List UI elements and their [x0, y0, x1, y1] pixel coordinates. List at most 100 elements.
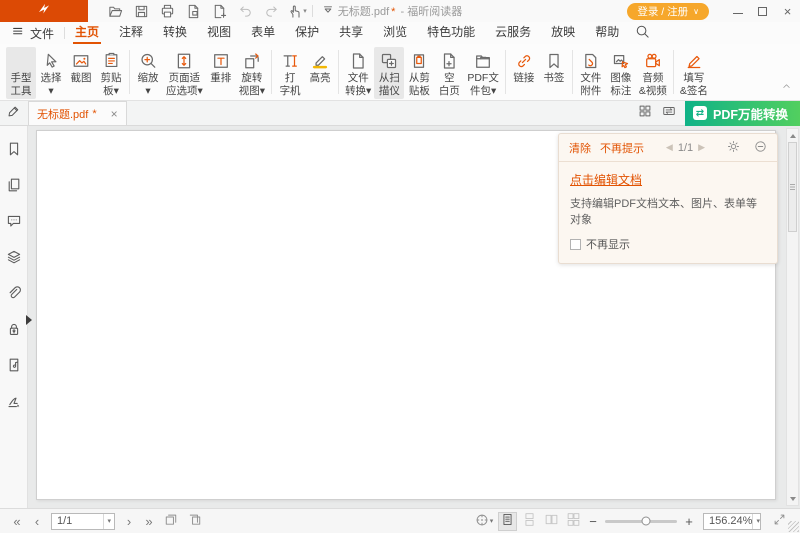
- file-attachment-button[interactable]: 文件附件: [576, 47, 606, 99]
- image-annotation-button[interactable]: 图像标注: [606, 47, 636, 99]
- scroll-up-icon[interactable]: [787, 130, 798, 141]
- customize-toolbar-button[interactable]: [317, 1, 339, 21]
- destinations-panel-button[interactable]: [4, 356, 24, 373]
- gear-icon[interactable]: [727, 140, 740, 156]
- annotate-pencil-button[interactable]: [0, 101, 28, 125]
- redo-button[interactable]: [260, 1, 282, 21]
- popup-prev-icon[interactable]: ◀: [666, 142, 673, 153]
- zoom-tool-button[interactable]: 缩放▾: [133, 47, 163, 99]
- popup-clear-button[interactable]: 清除: [569, 140, 591, 156]
- facing-continuous-view-button[interactable]: [564, 512, 583, 531]
- fit-page-button[interactable]: 页面适应选项▾: [163, 47, 206, 99]
- search-button[interactable]: [629, 24, 656, 42]
- bookmarks-panel-button[interactable]: [4, 140, 24, 157]
- maximize-button[interactable]: [750, 0, 775, 22]
- from-scanner-button[interactable]: 从扫描仪: [374, 47, 404, 99]
- collapse-ribbon-button[interactable]: [781, 79, 792, 97]
- resize-grip[interactable]: [788, 521, 799, 532]
- menu-file[interactable]: 文件: [0, 22, 64, 44]
- bookmark-button[interactable]: 书签: [539, 47, 569, 87]
- security-panel-button[interactable]: [4, 320, 24, 337]
- scrollbar-thumb[interactable]: [788, 142, 797, 232]
- audio-video-button[interactable]: 音频&视频: [636, 47, 670, 99]
- fullscreen-button[interactable]: [768, 513, 790, 529]
- pdf-portfolio-button[interactable]: PDF文件包▾: [464, 47, 502, 99]
- open-button[interactable]: [104, 1, 126, 21]
- menu-features[interactable]: 特色功能: [417, 22, 485, 44]
- facing-view-button[interactable]: [542, 512, 561, 531]
- snapshot-button[interactable]: 截图: [66, 47, 96, 87]
- menu-share[interactable]: 共享: [329, 22, 373, 44]
- document-tab[interactable]: 无标题.pdf * ×: [28, 101, 127, 125]
- create-pdf-button[interactable]: [208, 1, 230, 21]
- chevron-down-icon[interactable]: ▾: [103, 514, 114, 529]
- hand-quick-button[interactable]: ▾: [286, 1, 308, 21]
- popup-next-icon[interactable]: ▶: [698, 142, 705, 153]
- menu-present[interactable]: 放映: [541, 22, 585, 44]
- comments-panel-button[interactable]: [4, 212, 24, 229]
- next-page-button[interactable]: ›: [120, 514, 138, 529]
- vertical-scrollbar[interactable]: [786, 128, 799, 506]
- edit-document-link[interactable]: 点击编辑文档: [570, 173, 642, 187]
- menu-home[interactable]: 主页: [65, 22, 109, 44]
- clipboard-button[interactable]: 剪贴板▾: [96, 47, 126, 99]
- chevron-down-icon[interactable]: ▾: [752, 514, 763, 529]
- previous-view-button[interactable]: [160, 513, 182, 530]
- menu-view[interactable]: 视图: [197, 22, 241, 44]
- checkbox-icon[interactable]: [570, 239, 581, 250]
- menu-comment[interactable]: 注释: [109, 22, 153, 44]
- sidebar-expand-handle[interactable]: [26, 315, 32, 325]
- last-page-button[interactable]: »: [140, 514, 158, 529]
- zoom-level-input[interactable]: 156.24% ▾: [703, 513, 761, 530]
- attachments-panel-button[interactable]: [4, 284, 24, 301]
- pdf-convert-button[interactable]: ⇄ PDF万能转换: [685, 101, 800, 126]
- menu-cloud[interactable]: 云服务: [485, 22, 541, 44]
- typewriter-button[interactable]: 打字机: [275, 47, 305, 99]
- popup-dont-remind-button[interactable]: 不再提示: [600, 140, 644, 156]
- highlight-button[interactable]: 高亮: [305, 47, 335, 87]
- pages-panel-button[interactable]: [4, 176, 24, 193]
- link-button[interactable]: 链接: [509, 47, 539, 87]
- menu-help[interactable]: 帮助: [585, 22, 629, 44]
- blank-page-button[interactable]: 空白页: [434, 47, 464, 99]
- zoom-mode-button[interactable]: ▾: [473, 513, 495, 530]
- page-number-input[interactable]: 1/1 ▾: [51, 513, 115, 530]
- collapse-popup-icon[interactable]: [754, 140, 767, 156]
- fill-sign-button[interactable]: 填写&签名: [677, 47, 711, 99]
- menu-convert[interactable]: 转换: [153, 22, 197, 44]
- zoom-out-button[interactable]: −: [586, 514, 600, 529]
- menu-browse[interactable]: 浏览: [373, 22, 417, 44]
- prev-page-button[interactable]: ‹: [28, 514, 46, 529]
- layers-panel-button[interactable]: [4, 248, 24, 265]
- signature-panel-button[interactable]: [4, 392, 24, 409]
- print-button[interactable]: [156, 1, 178, 21]
- reflow-button[interactable]: 重排: [206, 47, 236, 87]
- select-tool-button[interactable]: 选择▾: [36, 47, 66, 99]
- close-button[interactable]: ×: [775, 0, 800, 22]
- next-view-button[interactable]: [184, 513, 206, 530]
- login-button[interactable]: 登录 / 注册 ∨: [627, 3, 709, 20]
- dont-show-checkbox[interactable]: 不再显示: [570, 236, 766, 252]
- single-page-view-button[interactable]: [498, 512, 517, 531]
- file-convert-button[interactable]: 文件转换▾: [342, 47, 374, 99]
- minimize-button[interactable]: [725, 0, 750, 22]
- menu-protect[interactable]: 保护: [285, 22, 329, 44]
- undo-button[interactable]: [234, 1, 256, 21]
- save-button[interactable]: [130, 1, 152, 21]
- scroll-down-icon[interactable]: [787, 493, 798, 504]
- save-as-button[interactable]: [182, 1, 204, 21]
- foxit-logo[interactable]: [0, 0, 88, 22]
- from-clipboard-button[interactable]: 从剪贴板: [404, 47, 434, 99]
- tab-switch-button[interactable]: [657, 101, 681, 126]
- menu-form[interactable]: 表单: [241, 22, 285, 44]
- first-page-button[interactable]: «: [8, 514, 26, 529]
- zoom-in-button[interactable]: +: [682, 514, 696, 529]
- rotate-view-button[interactable]: 旋转视图▾: [236, 47, 268, 99]
- document-viewport[interactable]: 清除 不再提示 ◀ 1/1 ▶ 点击编辑文档 支持编辑PDF文档文本、图片、表单…: [28, 126, 800, 508]
- tab-close-icon[interactable]: ×: [101, 107, 118, 121]
- hand-tool-button[interactable]: 手型工具: [6, 47, 36, 99]
- zoom-slider-thumb[interactable]: [642, 517, 651, 526]
- continuous-view-button[interactable]: [520, 512, 539, 531]
- tab-grid-button[interactable]: [633, 101, 657, 126]
- zoom-slider[interactable]: [605, 520, 677, 523]
